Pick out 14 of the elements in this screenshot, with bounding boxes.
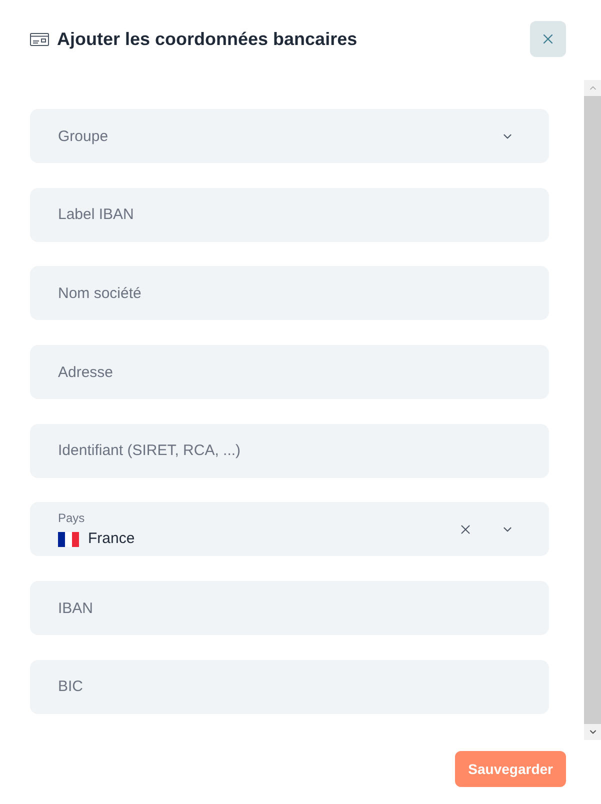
field-label: Pays <box>58 511 85 526</box>
close-button[interactable] <box>530 21 566 57</box>
flag-icon <box>58 532 79 547</box>
country-select[interactable]: Pays France <box>30 502 549 556</box>
dialog-title: Ajouter les coordonnées bancaires <box>57 28 358 51</box>
text-input[interactable]: Nom société <box>30 266 549 320</box>
text-input[interactable]: BIC <box>30 660 549 714</box>
selected-value: France <box>88 530 135 548</box>
text-input[interactable]: Identifiant (SIRET, RCA, ...) <box>30 424 549 478</box>
select-field[interactable]: Groupe <box>30 109 549 163</box>
text-input[interactable]: Adresse <box>30 345 549 400</box>
text-input[interactable]: Label IBAN <box>30 188 549 242</box>
card-icon <box>30 32 49 46</box>
text-input[interactable]: IBAN <box>30 581 549 636</box>
